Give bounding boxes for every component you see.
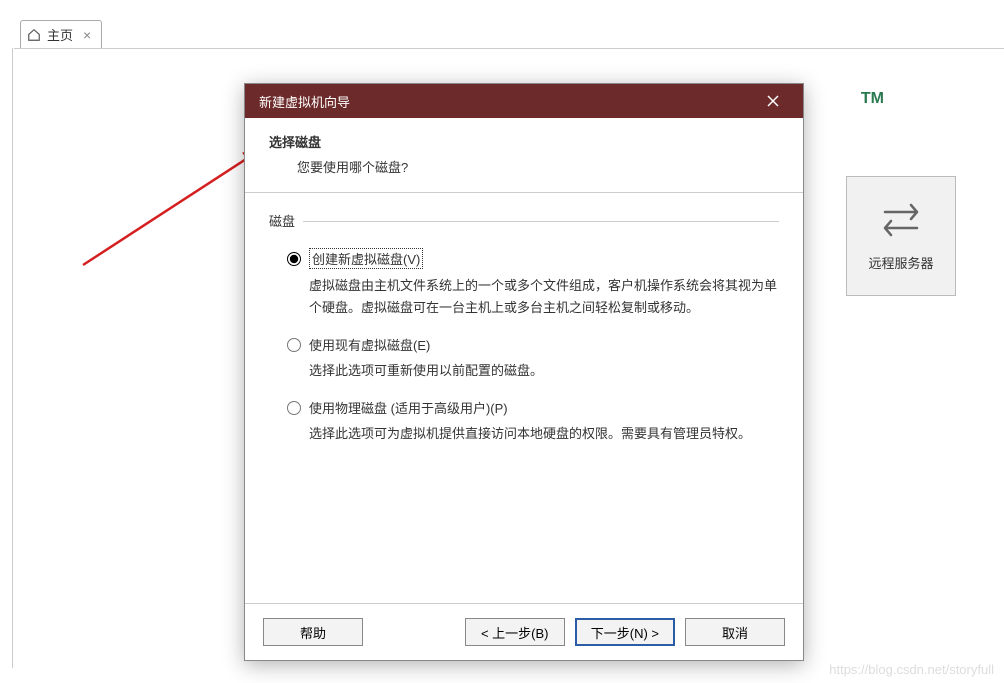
disk-group-label: 磁盘 xyxy=(269,211,779,230)
radio-option-create-new[interactable]: 创建新虚拟磁盘(V) 虚拟磁盘由主机文件系统上的一个或多个文件组成，客户机操作系… xyxy=(287,248,779,319)
divider xyxy=(12,48,13,668)
radio-existing[interactable] xyxy=(287,338,301,352)
dialog-header: 选择磁盘 您要使用哪个磁盘? xyxy=(245,118,803,193)
tab-home[interactable]: 主页 × xyxy=(20,20,102,49)
next-button[interactable]: 下一步(N) > xyxy=(575,618,675,646)
trademark-label: TM xyxy=(861,90,884,108)
radio-label: 使用物理磁盘 (适用于高级用户)(P) xyxy=(309,398,508,417)
dialog-footer: 帮助 < 上一步(B) 下一步(N) > 取消 xyxy=(245,603,803,660)
dialog-close-button[interactable] xyxy=(753,87,793,115)
back-button[interactable]: < 上一步(B) xyxy=(465,618,565,646)
remote-server-label: 远程服务器 xyxy=(868,253,933,272)
radio-physical[interactable] xyxy=(287,401,301,415)
radio-label: 使用现有虚拟磁盘(E) xyxy=(309,335,430,354)
dialog-body: 磁盘 创建新虚拟磁盘(V) 虚拟磁盘由主机文件系统上的一个或多个文件组成，客户机… xyxy=(245,193,803,603)
home-icon xyxy=(27,28,41,42)
radio-option-existing[interactable]: 使用现有虚拟磁盘(E) 选择此选项可重新使用以前配置的磁盘。 xyxy=(287,335,779,382)
dialog-header-title: 选择磁盘 xyxy=(269,132,779,151)
transfer-icon xyxy=(879,200,923,242)
radio-description: 虚拟磁盘由主机文件系统上的一个或多个文件组成，客户机操作系统会将其视为单个硬盘。… xyxy=(287,275,779,319)
radio-label: 创建新虚拟磁盘(V) xyxy=(309,248,423,269)
help-button[interactable]: 帮助 xyxy=(263,618,363,646)
cancel-button[interactable]: 取消 xyxy=(685,618,785,646)
dialog-header-subtitle: 您要使用哪个磁盘? xyxy=(269,157,779,176)
radio-description: 选择此选项可为虚拟机提供直接访问本地硬盘的权限。需要具有管理员特权。 xyxy=(287,423,779,445)
dialog-titlebar: 新建虚拟机向导 xyxy=(245,84,803,118)
tab-label: 主页 xyxy=(47,25,73,44)
radio-option-physical[interactable]: 使用物理磁盘 (适用于高级用户)(P) 选择此选项可为虚拟机提供直接访问本地硬盘… xyxy=(287,398,779,445)
wizard-dialog: 新建虚拟机向导 选择磁盘 您要使用哪个磁盘? 磁盘 创建新虚拟磁盘(V) 虚拟磁… xyxy=(244,83,804,661)
watermark: https://blog.csdn.net/storyfull xyxy=(829,662,994,677)
radio-create-new[interactable] xyxy=(287,252,301,266)
radio-description: 选择此选项可重新使用以前配置的磁盘。 xyxy=(287,360,779,382)
close-icon[interactable]: × xyxy=(83,27,91,43)
remote-server-card[interactable]: 远程服务器 xyxy=(846,176,956,296)
dialog-title: 新建虚拟机向导 xyxy=(259,92,350,111)
